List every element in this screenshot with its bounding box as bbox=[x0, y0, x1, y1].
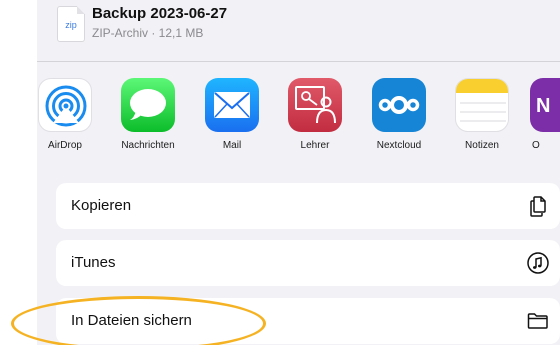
file-extension: zip bbox=[65, 20, 77, 30]
app-nachrichten[interactable]: Nachrichten bbox=[113, 78, 183, 151]
airdrop-icon bbox=[38, 78, 92, 132]
app-nextcloud[interactable]: Nextcloud bbox=[364, 78, 434, 151]
app-label: Lehrer bbox=[300, 140, 330, 151]
app-notizen[interactable]: Notizen bbox=[447, 78, 517, 151]
app-label: Nachrichten bbox=[121, 140, 175, 151]
zip-file-icon: zip bbox=[57, 6, 85, 42]
nextcloud-icon bbox=[372, 78, 426, 132]
copy-icon bbox=[526, 194, 550, 218]
itunes-label: iTunes bbox=[71, 254, 116, 271]
app-label: O bbox=[532, 140, 540, 151]
app-onenote[interactable]: N O bbox=[530, 78, 560, 151]
app-airdrop[interactable]: AirDrop bbox=[30, 78, 100, 151]
notes-icon bbox=[455, 78, 509, 132]
mail-icon bbox=[205, 78, 259, 132]
svg-text:N: N bbox=[536, 95, 550, 117]
copy-label: Kopieren bbox=[71, 197, 132, 214]
messages-icon bbox=[121, 78, 175, 132]
file-meta: ZIP-Archiv · 12,1 MB bbox=[92, 26, 204, 40]
itunes-action[interactable]: iTunes bbox=[56, 240, 560, 286]
app-row: AirDrop Nachrichten Mail Lehrer Nextclou… bbox=[37, 78, 560, 158]
app-label: Nextcloud bbox=[376, 140, 422, 151]
file-header: zip Backup 2023-06-27 ZIP-Archiv · 12,1 … bbox=[37, 0, 560, 62]
app-label: AirDrop bbox=[48, 140, 82, 151]
share-sheet: zip Backup 2023-06-27 ZIP-Archiv · 12,1 … bbox=[37, 0, 560, 345]
folder-icon bbox=[526, 309, 550, 333]
app-label: Notizen bbox=[465, 140, 499, 151]
music-icon bbox=[526, 251, 550, 275]
app-lehrer[interactable]: Lehrer bbox=[280, 78, 350, 151]
app-label: Mail bbox=[222, 140, 242, 151]
copy-action[interactable]: Kopieren bbox=[56, 183, 560, 229]
save-to-files-label: In Dateien sichern bbox=[71, 312, 192, 329]
save-to-files-action[interactable]: In Dateien sichern bbox=[56, 298, 560, 344]
onenote-icon: N bbox=[530, 78, 560, 132]
teacher-icon bbox=[288, 78, 342, 132]
file-name: Backup 2023-06-27 bbox=[92, 5, 228, 22]
app-mail[interactable]: Mail bbox=[197, 78, 267, 151]
